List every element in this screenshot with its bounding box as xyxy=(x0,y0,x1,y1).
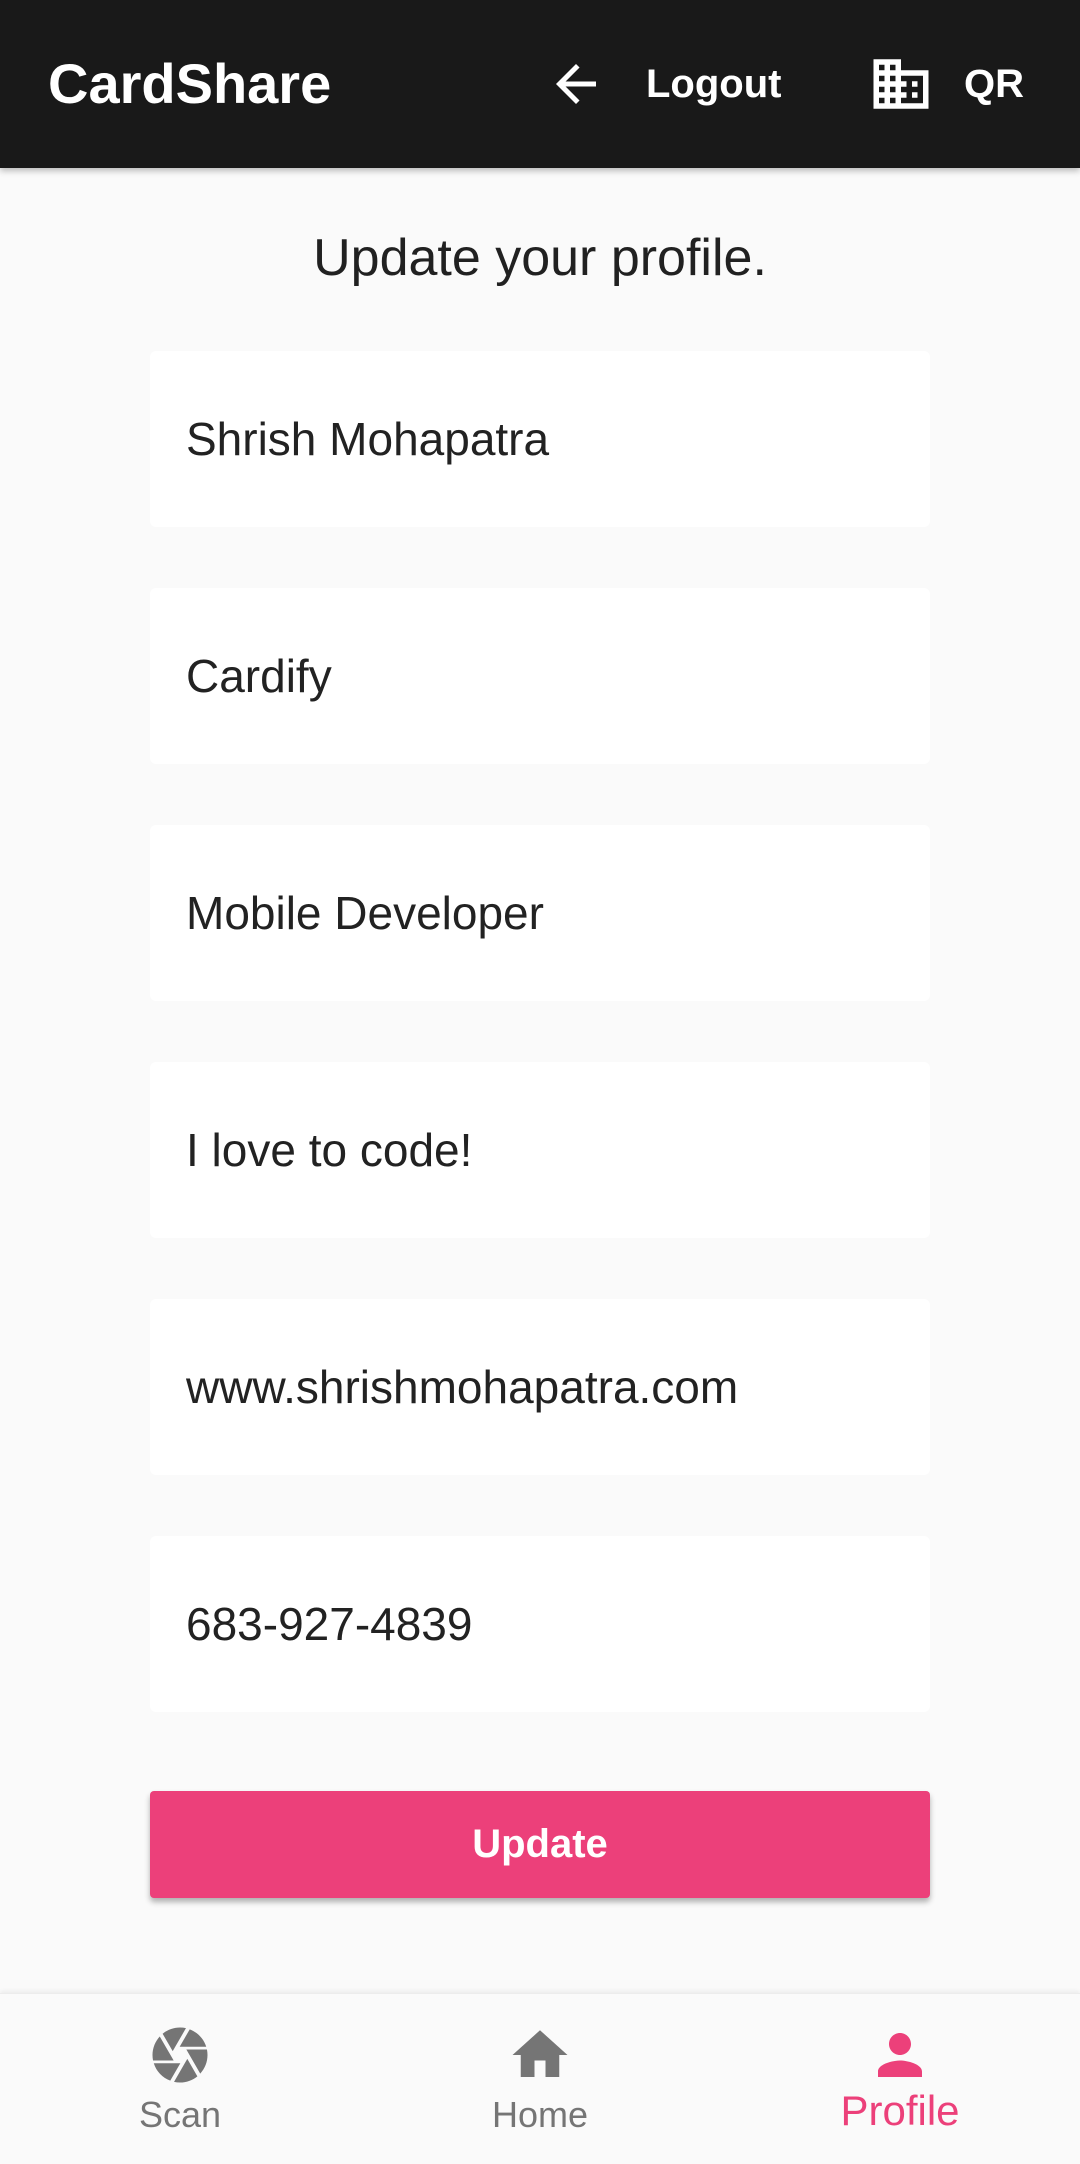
app-bar: CardShare Logout QR xyxy=(0,0,1080,168)
nav-label-profile: Profile xyxy=(840,2087,960,2134)
bottom-navigation: Scan Home Profile xyxy=(0,1993,1080,2164)
app-title: CardShare xyxy=(48,52,332,115)
page-heading: Update your profile. xyxy=(313,229,767,287)
job-title-field-container xyxy=(150,825,930,1001)
logout-button[interactable]: Logout xyxy=(546,48,782,120)
nav-label-home: Home xyxy=(491,2094,589,2135)
bio-field-container xyxy=(150,1062,930,1238)
company-field-container xyxy=(150,588,930,764)
nav-item-home[interactable]: Home xyxy=(360,1994,720,2164)
update-button[interactable]: Update xyxy=(150,1791,930,1898)
name-field[interactable] xyxy=(186,351,906,527)
arrow-back-icon xyxy=(556,64,596,104)
phone-field[interactable] xyxy=(186,1536,906,1712)
phone-field-container xyxy=(150,1536,930,1712)
bio-field[interactable] xyxy=(186,1062,906,1238)
job-title-field[interactable] xyxy=(186,825,906,1001)
logout-label: Logout xyxy=(646,62,782,106)
nav-label-scan: Scan xyxy=(138,2094,222,2135)
company-field[interactable] xyxy=(186,588,906,764)
building-icon xyxy=(873,59,929,109)
website-field-container xyxy=(150,1299,930,1475)
name-field-container xyxy=(150,351,930,527)
qr-label: QR xyxy=(964,62,1024,106)
qr-button[interactable]: QR xyxy=(868,48,1024,120)
camera-aperture-icon xyxy=(152,2027,208,2083)
website-field[interactable] xyxy=(186,1299,906,1475)
nav-item-scan[interactable]: Scan xyxy=(0,1994,360,2164)
nav-item-profile[interactable]: Profile xyxy=(720,1994,1080,2164)
home-icon xyxy=(512,2030,568,2077)
person-icon xyxy=(878,2033,922,2077)
